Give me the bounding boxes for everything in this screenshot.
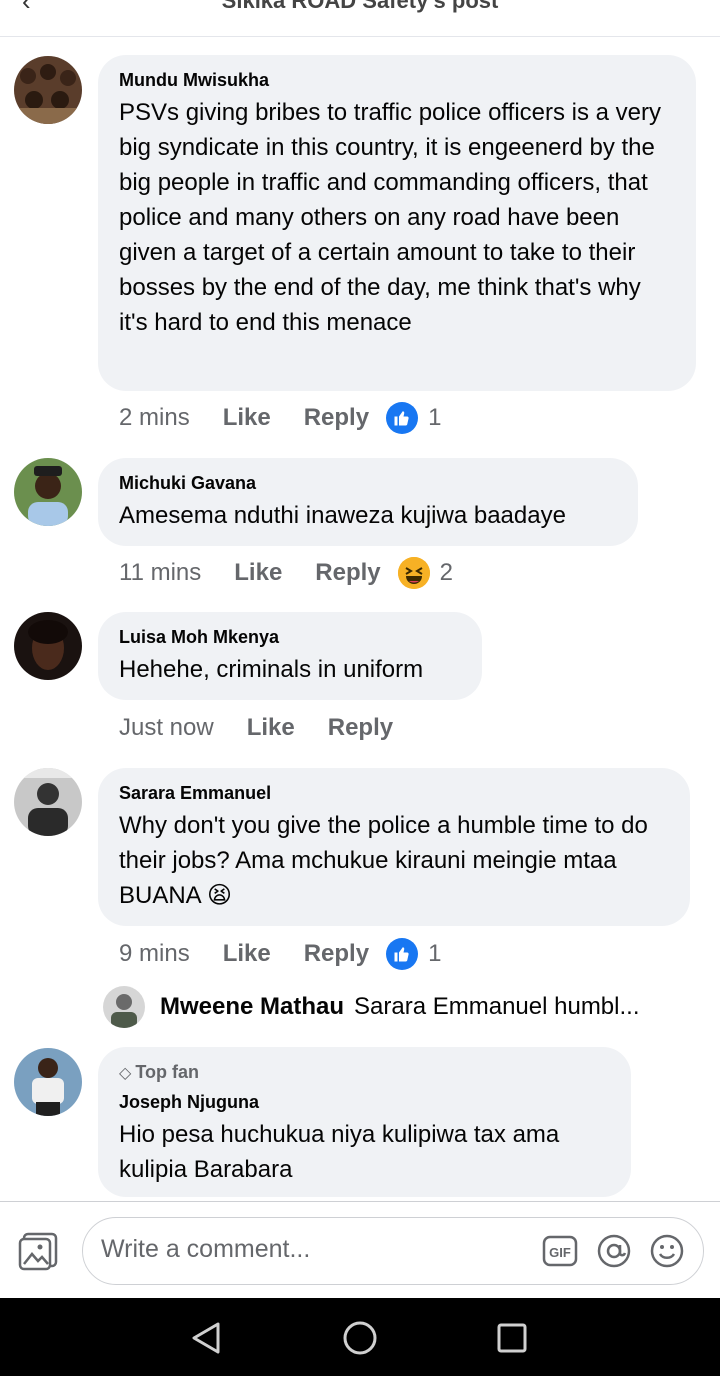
comment-input[interactable]: Write a comment... GIF <box>82 1217 704 1285</box>
avatar[interactable] <box>14 768 82 836</box>
comment-text: Hio pesa huchukua niya kulipiwa tax ama … <box>119 1121 560 1183</box>
comment-text: PSVs giving bribes to traffic police off… <box>119 99 662 336</box>
like-button[interactable]: Like <box>223 402 271 434</box>
diamond-icon: ◇ <box>119 1065 132 1082</box>
reply-text: Sarara Emmanuel humbl... <box>354 993 640 1020</box>
avatar[interactable] <box>14 56 82 124</box>
reaction-summary[interactable]: 2 <box>397 557 454 589</box>
avatar[interactable] <box>103 986 145 1028</box>
comment-meta: 11 mins Like Reply 2 <box>119 557 453 589</box>
avatar[interactable] <box>14 458 82 526</box>
reply-author-name[interactable]: Mweene Mathau <box>160 993 344 1021</box>
comment-time[interactable]: 9 mins <box>119 938 190 970</box>
avatar[interactable] <box>14 612 82 680</box>
back-icon[interactable] <box>184 1316 228 1360</box>
commenter-name[interactable]: Mundu Mwisukha <box>119 69 675 91</box>
comment-time[interactable]: Just now <box>119 712 214 744</box>
mention-icon[interactable] <box>596 1233 632 1269</box>
recents-icon[interactable] <box>490 1316 534 1360</box>
comment-composer: Write a comment... GIF <box>0 1201 720 1298</box>
comment-bubble[interactable]: Michuki Gavana Amesema nduthi inaweza ku… <box>98 458 638 546</box>
comment-placeholder: Write a comment... <box>101 1235 311 1263</box>
top-fan-badge: ◇ Top fan <box>119 1062 199 1082</box>
like-reaction-icon <box>386 402 419 434</box>
comment-meta: 2 mins Like Reply 1 <box>119 402 441 434</box>
comment-bubble[interactable]: Mundu Mwisukha PSVs giving bribes to tra… <box>98 55 696 391</box>
like-reaction-icon <box>386 938 419 970</box>
commenter-name[interactable]: Sarara Emmanuel <box>119 782 669 804</box>
system-navigation-bar <box>0 1298 720 1376</box>
comment-text: Hehehe, criminals in uniform <box>119 656 424 683</box>
commenter-name[interactable]: Michuki Gavana <box>119 472 617 494</box>
comment-meta: 9 mins Like Reply 1 <box>119 938 441 970</box>
commenter-name[interactable]: Joseph Njuguna <box>119 1091 610 1113</box>
reaction-count: 1 <box>428 940 442 967</box>
home-icon[interactable] <box>338 1316 382 1360</box>
reply-preview[interactable]: Mweene Mathau Sarara Emmanuel humbl... <box>103 985 703 1029</box>
post-header: ‹ Sikika ROAD Safety's post <box>0 0 720 37</box>
haha-reaction-icon <box>397 557 430 589</box>
comment-meta: Just now Like Reply <box>119 712 393 744</box>
emoji-icon[interactable] <box>649 1233 685 1269</box>
like-button[interactable]: Like <box>223 938 271 970</box>
reaction-summary[interactable]: 1 <box>386 402 441 434</box>
reply-button[interactable]: Reply <box>315 557 380 589</box>
reaction-count: 2 <box>439 559 454 586</box>
reply-button[interactable]: Reply <box>328 712 393 744</box>
like-button[interactable]: Like <box>234 557 282 589</box>
avatar[interactable] <box>14 1048 82 1116</box>
comment-text: Amesema nduthi inaweza kujiwa baadaye <box>119 502 566 529</box>
page-title: Sikika ROAD Safety's post <box>221 0 499 13</box>
comment-bubble[interactable]: Luisa Moh Mkenya Hehehe, criminals in un… <box>98 612 482 700</box>
comment-text: Why don't you give the police a humble t… <box>119 812 648 909</box>
comment-time[interactable]: 11 mins <box>119 557 201 589</box>
reply-button[interactable]: Reply <box>304 938 369 970</box>
reaction-count: 1 <box>428 404 442 431</box>
comment-bubble[interactable]: Sarara Emmanuel Why don't you give the p… <box>98 768 690 926</box>
reply-button[interactable]: Reply <box>304 402 369 434</box>
comment-time[interactable]: 2 mins <box>119 402 190 434</box>
like-button[interactable]: Like <box>247 712 295 744</box>
photo-icon[interactable] <box>18 1230 60 1272</box>
svg-text:GIF: GIF <box>549 1245 571 1260</box>
comment-bubble[interactable]: ◇ Top fan Joseph Njuguna Hio pesa huchuku… <box>98 1047 631 1197</box>
commenter-name[interactable]: Luisa Moh Mkenya <box>119 626 461 648</box>
gif-icon[interactable]: GIF <box>542 1235 578 1267</box>
reaction-summary[interactable]: 1 <box>386 938 441 970</box>
